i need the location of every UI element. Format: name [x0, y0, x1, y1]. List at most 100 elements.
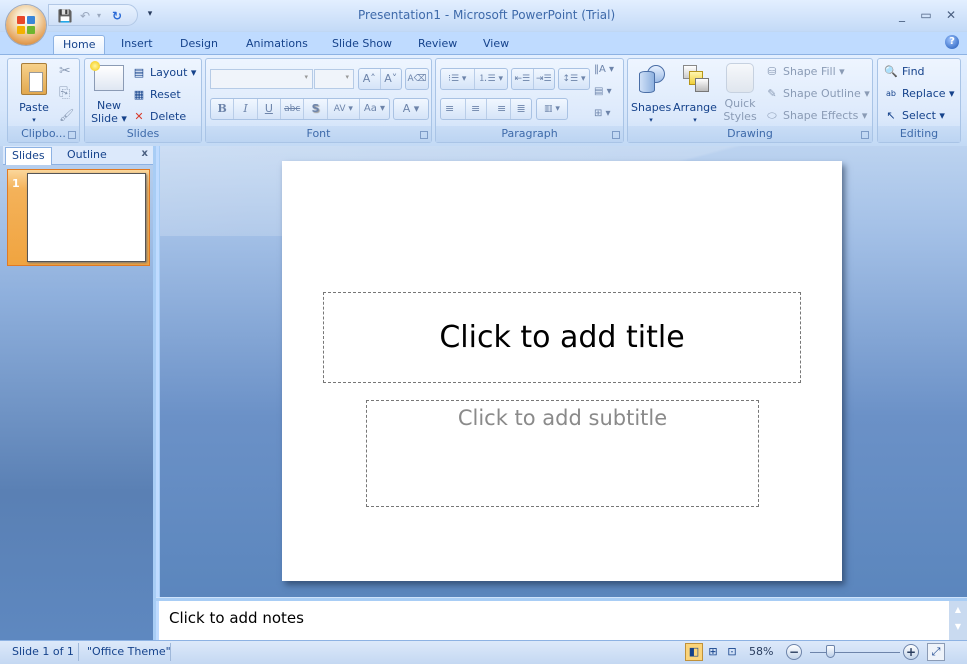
quick-access-toolbar: 💾 ↶ ▾ ↻	[48, 4, 138, 26]
zoom-slider-handle[interactable]	[826, 645, 835, 658]
delete-slide-button[interactable]: ✕ Delete	[131, 109, 186, 125]
cut-icon[interactable]: ✂	[59, 63, 71, 79]
justify-button[interactable]: ≣	[511, 99, 531, 119]
replace-icon: ab	[886, 89, 896, 98]
paste-button[interactable]: Paste ▾	[12, 63, 56, 127]
tab-animations[interactable]: Animations	[237, 35, 317, 55]
character-spacing-button[interactable]: AV ▾	[328, 99, 360, 119]
dialog-launcher-icon[interactable]	[612, 131, 620, 139]
tab-outline[interactable]: Outline	[61, 147, 113, 165]
align-right-button[interactable]: ≡	[487, 99, 512, 119]
pane-tabs: Slides Outline x	[3, 146, 153, 165]
tab-design[interactable]: Design	[171, 35, 227, 55]
shape-effects-button[interactable]: ⬭ Shape Effects ▾	[764, 108, 867, 124]
group-clipboard: Paste ▾ ✂ ⎘ 🖌 Clipbo...	[7, 58, 80, 143]
normal-view-button[interactable]: ◧	[685, 643, 703, 661]
bullets-button[interactable]: ⁝☰ ▾	[441, 69, 475, 89]
decrease-indent-button[interactable]: ⇤☰	[512, 69, 534, 89]
font-color-button[interactable]: A ▾	[393, 98, 429, 120]
font-name-combo[interactable]: ▾	[210, 69, 313, 89]
new-slide-button[interactable]: New Slide ▾	[89, 61, 129, 125]
scroll-up-icon[interactable]: ▲	[949, 605, 967, 614]
dialog-launcher-icon[interactable]	[68, 131, 76, 139]
slide-editing-area: Click to add title Click to add subtitle	[159, 146, 967, 597]
close-pane-icon[interactable]: x	[142, 148, 148, 159]
reset-button[interactable]: ▦ Reset	[131, 87, 181, 103]
shrink-font-button[interactable]: A˅	[381, 69, 402, 89]
group-label-font: Font	[206, 126, 431, 142]
shape-outline-button[interactable]: ✎ Shape Outline ▾	[764, 86, 869, 102]
numbering-button[interactable]: ⒈☰ ▾	[475, 69, 508, 89]
replace-button[interactable]: ab Replace ▾	[883, 86, 955, 102]
tab-insert[interactable]: Insert	[112, 35, 162, 55]
notes-pane[interactable]: Click to add notes	[159, 601, 949, 640]
group-font: ▾ ▾ A˄ A˅ A⌫ B I U abc S AV ▾ Aa ▾ A ▾ F…	[205, 58, 432, 143]
font-style-buttons: B I U abc S AV ▾ Aa ▾	[210, 98, 390, 120]
group-label-drawing: Drawing	[628, 126, 872, 142]
scroll-down-icon[interactable]: ▼	[949, 622, 967, 631]
slide-number: 1	[12, 177, 20, 190]
columns-button[interactable]: ▥ ▾	[536, 98, 568, 120]
underline-button[interactable]: U	[258, 99, 282, 119]
align-left-button[interactable]: ≡	[441, 99, 466, 119]
clear-formatting-button[interactable]: A⌫	[405, 68, 429, 90]
align-text-button[interactable]: ▤ ▾	[594, 84, 612, 100]
select-button[interactable]: ↖ Select ▾	[883, 108, 945, 124]
zoom-out-button[interactable]: −	[786, 644, 802, 660]
change-case-button[interactable]: Aa ▾	[360, 99, 389, 119]
font-size-buttons: A˄ A˅	[358, 68, 402, 90]
group-label-editing: Editing	[878, 126, 960, 142]
copy-icon[interactable]: ⎘	[59, 85, 70, 101]
office-button[interactable]	[6, 5, 46, 45]
slide-sorter-view-button[interactable]: ⊞	[704, 643, 722, 661]
maximize-button[interactable]: ▭	[916, 6, 936, 24]
fit-to-window-button[interactable]: ⤢	[927, 643, 945, 661]
title-placeholder[interactable]: Click to add title	[323, 292, 801, 383]
customize-toolbar-icon[interactable]: ▾	[142, 6, 158, 22]
font-size-combo[interactable]: ▾	[314, 69, 354, 89]
theme-name[interactable]: "Office Theme"	[87, 645, 171, 658]
save-icon[interactable]: 💾	[57, 8, 73, 24]
text-direction-button[interactable]: ‖A ▾	[594, 62, 614, 78]
slide-thumbnail-selected[interactable]: 1	[7, 169, 150, 266]
shape-effects-icon: ⬭	[767, 109, 777, 122]
increase-indent-button[interactable]: ⇥☰	[534, 69, 555, 89]
center-button[interactable]: ≡	[466, 99, 487, 119]
grow-font-button[interactable]: A˄	[359, 69, 381, 89]
zoom-in-button[interactable]: +	[903, 644, 919, 660]
shapes-button[interactable]: Shapes ▾	[631, 63, 671, 127]
format-painter-icon[interactable]: 🖌	[59, 107, 74, 123]
zoom-level[interactable]: 58%	[749, 645, 773, 658]
layout-button[interactable]: ▤ Layout ▾	[131, 65, 197, 81]
notes-scrollbar[interactable]: ▲ ▼	[949, 601, 967, 640]
close-button[interactable]: ✕	[941, 6, 961, 24]
slide-canvas[interactable]: Click to add title Click to add subtitle	[282, 161, 842, 581]
dialog-launcher-icon[interactable]	[861, 131, 869, 139]
subtitle-placeholder[interactable]: Click to add subtitle	[366, 400, 759, 507]
quick-styles-icon	[726, 63, 754, 93]
slide-show-view-button[interactable]: ⊡	[723, 643, 741, 661]
redo-icon[interactable]: ↻	[109, 8, 125, 24]
undo-dropdown-icon[interactable]: ▾	[91, 8, 107, 24]
find-button[interactable]: 🔍 Find	[883, 64, 924, 80]
strikethrough-button[interactable]: abc	[281, 99, 305, 119]
zoom-slider-track[interactable]	[810, 652, 900, 653]
group-label-slides: Slides	[85, 126, 201, 142]
line-spacing-button[interactable]: ↕☰ ▾	[558, 68, 590, 90]
bold-button[interactable]: B	[211, 99, 235, 119]
tab-slide-show[interactable]: Slide Show	[323, 35, 401, 55]
tab-slides[interactable]: Slides	[5, 147, 52, 165]
arrange-icon	[680, 63, 710, 95]
minimize-button[interactable]: _	[892, 6, 912, 24]
help-icon[interactable]: ?	[945, 35, 959, 49]
dialog-launcher-icon[interactable]	[420, 131, 428, 139]
smartart-button[interactable]: ⊞ ▾	[594, 106, 611, 122]
alignment-buttons: ≡ ≡ ≡ ≣	[440, 98, 532, 120]
shape-fill-button[interactable]: ⛁ Shape Fill ▾	[764, 64, 844, 80]
tab-view[interactable]: View	[474, 35, 518, 55]
tab-review[interactable]: Review	[409, 35, 466, 55]
italic-button[interactable]: I	[234, 99, 258, 119]
tab-home[interactable]: Home	[53, 35, 106, 55]
text-shadow-button[interactable]: S	[304, 99, 328, 119]
arrange-button[interactable]: Arrange ▾	[672, 63, 718, 127]
